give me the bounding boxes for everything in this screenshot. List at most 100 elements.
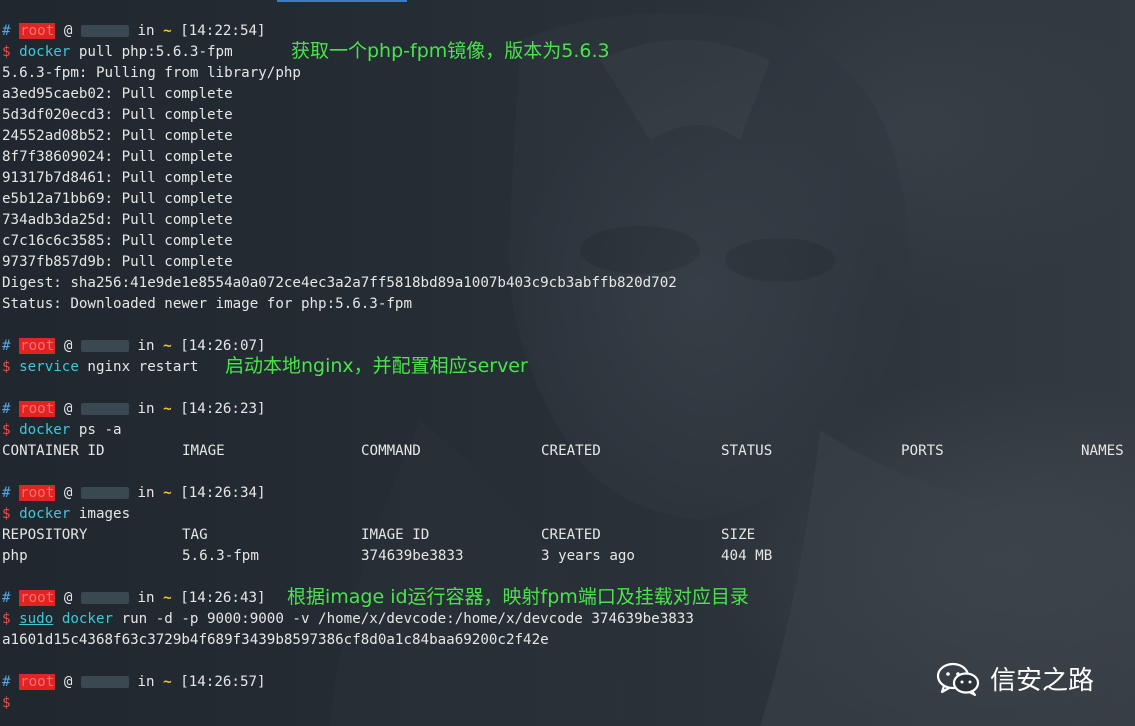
output-line: a3ed95caeb02: Pull complete [2, 86, 233, 102]
command-name: service [19, 359, 79, 375]
prompt-line: # root @ in ~ [14:26:23] [2, 399, 1135, 420]
annotation-text: 启动本地nginx，并配置相应server [225, 355, 528, 377]
images-cell: php [2, 548, 28, 564]
prompt-hash: # [2, 674, 11, 690]
command-name: docker [19, 506, 71, 522]
annotation-text: 根据image id运行容器，映射fpm端口及挂载对应目录 [287, 586, 749, 608]
prompt-dollar: $ [2, 44, 11, 60]
ps-header-cell: STATUS [721, 443, 773, 459]
prompt-cwd: ~ [163, 485, 172, 501]
watermark: 信安之路 [936, 660, 1094, 697]
images-header-row: REPOSITORY TAG IMAGE ID CREATED SIZE [2, 525, 1135, 546]
command-line: $ docker ps -a [2, 420, 1135, 441]
command-line: $ docker images [2, 504, 1135, 525]
prompt-hostname-redacted [80, 487, 129, 499]
output-line: 91317b7d8461: Pull complete [2, 170, 233, 186]
prompt-at: @ [63, 401, 73, 417]
prompt-time: [14:26:57] [180, 674, 266, 690]
prompt-in: in [137, 401, 155, 417]
prompt-dollar: $ [2, 611, 11, 627]
prompt-at: @ [63, 23, 73, 39]
command-line: $ sudo docker run -d -p 9000:9000 -v /ho… [2, 609, 1135, 630]
output-line: e5b12a71bb69: Pull complete [2, 191, 233, 207]
command-args: pull php:5.6.3-fpm [70, 44, 233, 60]
window-accent-bar [277, 0, 407, 2]
prompt-user: root [19, 485, 56, 501]
command-args: images [70, 506, 131, 522]
images-cell: 374639be3833 [361, 548, 464, 564]
ps-header-cell: CONTAINER ID [2, 443, 105, 459]
prompt-hostname-redacted [80, 676, 129, 688]
prompt-user: root [19, 590, 56, 606]
annotation-text: 获取一个php-fpm镜像，版本为5.6.3 [291, 40, 610, 62]
prompt-user: root [19, 674, 56, 690]
output-line: a1601d15c4368f63c3729b4f689f3439b8597386… [2, 632, 549, 648]
prompt-in: in [137, 338, 155, 354]
command-line: $ service nginx restart 启动本地nginx，并配置相应se… [2, 355, 1135, 378]
prompt-dollar: $ [2, 506, 11, 522]
prompt-user: root [19, 401, 56, 417]
output-line: Status: Downloaded newer image for php:5… [2, 296, 412, 312]
prompt-in: in [137, 674, 155, 690]
images-header-cell: TAG [182, 527, 208, 543]
images-header-cell: IMAGE ID [361, 527, 430, 543]
prompt-hash: # [2, 23, 11, 39]
prompt-dollar: $ [2, 422, 11, 438]
prompt-dollar: $ [2, 359, 11, 375]
prompt-line: # root @ in ~ [14:26:34] [2, 483, 1135, 504]
prompt-in: in [137, 485, 155, 501]
command-name: docker [61, 611, 114, 627]
output-line: 5.6.3-fpm: Pulling from library/php [2, 65, 301, 81]
prompt-at: @ [63, 590, 73, 606]
prompt-cwd: ~ [163, 590, 172, 606]
prompt-cwd: ~ [163, 23, 172, 39]
images-header-cell: SIZE [721, 527, 756, 543]
prompt-in: in [137, 590, 155, 606]
images-header-cell: REPOSITORY [2, 527, 88, 543]
prompt-cwd: ~ [163, 338, 172, 354]
watermark-text: 信安之路 [990, 666, 1095, 696]
terminal-output[interactable]: # root @ in ~ [14:22:54] $ docker pull p… [2, 21, 1135, 714]
command-name: docker [19, 44, 71, 60]
output-line: c7c16c6c3585: Pull complete [2, 233, 233, 249]
prompt-time: [14:26:43] [180, 590, 266, 606]
prompt-hostname-redacted [80, 403, 129, 415]
images-table-row: php 5.6.3-fpm 374639be3833 3 years ago 4… [2, 546, 1135, 567]
ps-header-cell: COMMAND [361, 443, 421, 459]
ps-header-cell: NAMES [1081, 443, 1124, 459]
prompt-at: @ [63, 485, 73, 501]
prompt-user: root [19, 23, 56, 39]
ps-header-cell: CREATED [541, 443, 601, 459]
command-args: nginx restart [78, 359, 199, 375]
prompt-hostname-redacted [80, 25, 129, 37]
prompt-cwd: ~ [163, 674, 172, 690]
prompt-line: # root @ in ~ [14:26:07] [2, 336, 1135, 357]
prompt-time: [14:26:34] [180, 485, 266, 501]
ps-header-row: CONTAINER ID IMAGE COMMAND CREATED STATU… [2, 441, 1135, 462]
images-cell: 3 years ago [541, 548, 635, 564]
prompt-user: root [19, 338, 56, 354]
prompt-in: in [137, 23, 155, 39]
output-line: 5d3df020ecd3: Pull complete [2, 107, 233, 123]
images-cell: 404 MB [721, 548, 773, 564]
images-header-cell: CREATED [541, 527, 601, 543]
output-line: 734adb3da25d: Pull complete [2, 212, 233, 228]
output-line: 8f7f38609024: Pull complete [2, 149, 233, 165]
prompt-dollar: $ [2, 695, 11, 711]
prompt-time: [14:26:07] [180, 338, 266, 354]
command-name: docker [19, 422, 71, 438]
command-args: run -d -p 9000:9000 -v /home/x/devcode:/… [113, 611, 694, 627]
prompt-hash: # [2, 401, 11, 417]
prompt-line: # root @ in ~ [14:26:43] 根据image id运行容器，映… [2, 586, 1135, 609]
prompt-time: [14:22:54] [180, 23, 266, 39]
prompt-hash: # [2, 485, 11, 501]
ps-header-cell: PORTS [901, 443, 944, 459]
command-line: $ docker pull php:5.6.3-fpm 获取一个php-fpm镜像… [2, 40, 1135, 63]
prompt-hash: # [2, 338, 11, 354]
output-line: 24552ad08b52: Pull complete [2, 128, 233, 144]
prompt-hash: # [2, 590, 11, 606]
prompt-cwd: ~ [163, 401, 172, 417]
